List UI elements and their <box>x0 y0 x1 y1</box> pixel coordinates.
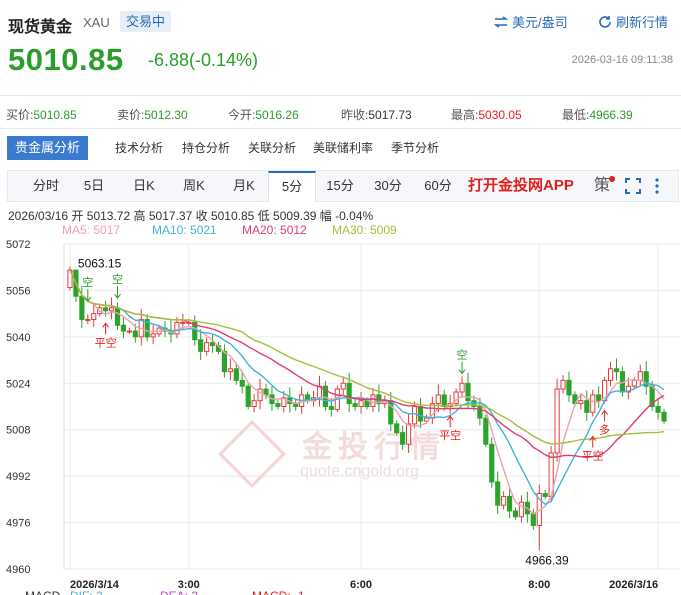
candle-body <box>465 382 471 402</box>
ma-legend-item: MA30: 5009 <box>332 223 397 237</box>
ma-legend-item: MA20: 5012 <box>242 223 307 237</box>
candle-body <box>114 307 121 326</box>
candlestick-chart[interactable]: 4960 4976 4992 5008 5024 5040 5056 5072 2026/3/1… <box>0 0 681 595</box>
candle-body <box>364 400 370 408</box>
candle-body <box>328 406 334 410</box>
candle-body <box>227 368 233 373</box>
macd-legend-item: DIF: 2 <box>70 589 103 595</box>
candle-body <box>530 513 536 526</box>
signal-label: 空 <box>457 348 468 362</box>
candle-body <box>607 368 614 381</box>
candle-body <box>180 321 186 324</box>
candle-body <box>245 385 251 407</box>
signal-label: 多 <box>599 422 610 436</box>
candle-body <box>560 379 566 390</box>
candle-body <box>126 330 132 333</box>
candle-body <box>566 379 572 396</box>
candle-body <box>239 379 245 387</box>
candle-body <box>518 501 525 518</box>
y-tick-label: 5024 <box>6 378 30 390</box>
candle-body <box>596 394 602 402</box>
ma30-line <box>69 269 665 445</box>
ma-legend-item: MA5: 5017 <box>62 223 120 237</box>
candle-body <box>406 423 412 445</box>
candle-body <box>483 417 489 445</box>
candle-body <box>79 295 85 320</box>
candle-body <box>631 379 637 387</box>
candle-body <box>108 307 115 312</box>
x-tick-label: 6:00 <box>350 579 372 591</box>
candle-body <box>578 400 584 405</box>
candle-body <box>477 406 483 419</box>
y-tick-label: 4992 <box>6 471 30 483</box>
candle-body <box>91 313 97 320</box>
y-tick-label: 4976 <box>6 518 30 530</box>
candle-body <box>233 368 239 381</box>
candle-body <box>103 307 109 312</box>
ma-legend-item: MA10: 5021 <box>152 223 217 237</box>
signal-label: 平空 <box>582 449 604 463</box>
signal-label: 空 <box>112 272 123 286</box>
candle-body <box>221 350 228 373</box>
signal-label: 空 <box>82 275 93 289</box>
x-tick-label: 2026/3/16 <box>609 579 658 591</box>
candle-body <box>417 406 424 422</box>
y-tick-label: 5008 <box>6 425 30 437</box>
candle-body <box>661 411 667 422</box>
candle-body <box>370 394 376 407</box>
candle-body <box>251 400 257 408</box>
candle-body <box>590 394 596 413</box>
candle-body <box>275 403 281 407</box>
candle-body <box>394 423 400 434</box>
low-price-label: 4966.39 <box>525 553 569 567</box>
candle-body <box>655 406 661 413</box>
candle-body <box>495 481 501 506</box>
macd-legend-item: MACD: -1 <box>252 589 305 595</box>
candle-body <box>85 318 91 321</box>
candle-body <box>209 342 216 347</box>
candle-body <box>411 406 418 425</box>
candle-body <box>400 432 406 445</box>
candle-body <box>132 330 138 338</box>
signal-label: 平空 <box>95 335 117 349</box>
candle-body <box>613 368 620 373</box>
macd-legend-item: DEA: 3 <box>160 589 198 595</box>
candle-body <box>358 400 364 408</box>
y-tick-label: 5072 <box>6 239 30 251</box>
candle-body <box>198 339 204 352</box>
candle-body <box>542 493 548 497</box>
x-tick-label: 8:00 <box>528 579 550 591</box>
high-price-label: 5063.15 <box>78 257 122 271</box>
candle-body <box>346 382 352 405</box>
candle-body <box>512 510 519 518</box>
macd-legend-item: MACD <box>25 589 61 595</box>
candle-body <box>501 495 507 506</box>
candle-body <box>340 382 346 390</box>
candle-body <box>435 394 441 405</box>
candle-body <box>459 382 465 393</box>
y-tick-label: 5040 <box>6 332 30 344</box>
y-tick-label: 5056 <box>6 285 30 297</box>
signal-label: 平空 <box>439 428 461 442</box>
candle-body <box>120 324 127 332</box>
candle-body <box>150 333 156 338</box>
candle-body <box>204 342 210 352</box>
candle-body <box>441 394 447 407</box>
candle-body <box>584 400 590 413</box>
candle-body <box>637 371 643 381</box>
candle-body <box>174 321 180 335</box>
y-tick-label: 4960 <box>6 564 30 576</box>
candle-body <box>352 403 358 407</box>
candle-body <box>506 495 513 512</box>
candle-body <box>489 443 495 483</box>
